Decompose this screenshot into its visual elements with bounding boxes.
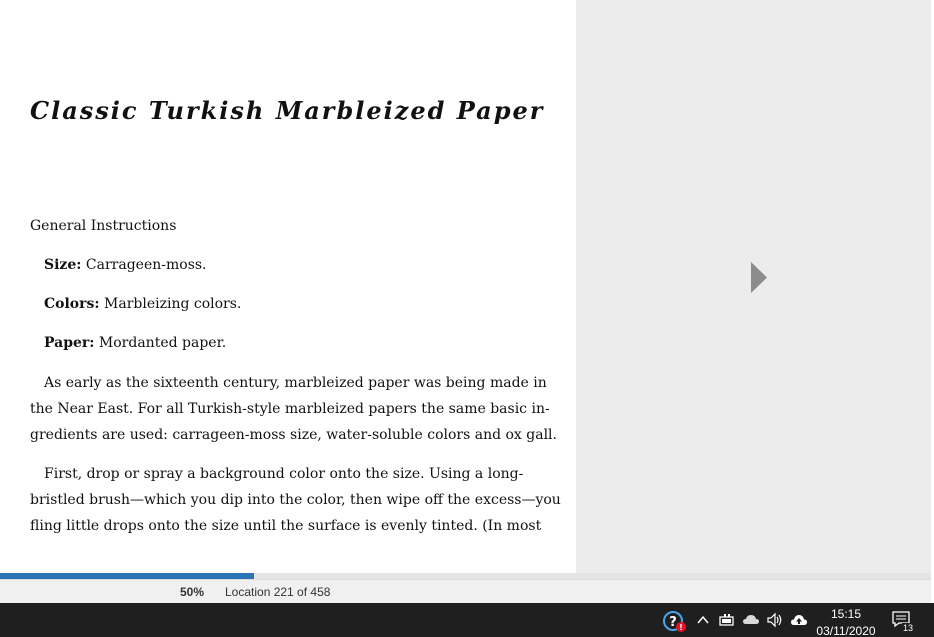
battery-icon[interactable] (719, 612, 735, 628)
system-clock[interactable]: 15:15 03/11/2020 (813, 606, 879, 637)
text-line: the Near East. For all Turkish-style mar… (30, 401, 550, 417)
next-page-button[interactable] (750, 261, 768, 294)
location-indicator[interactable]: Location 221 of 458 (225, 585, 330, 599)
onedrive-icon[interactable] (742, 612, 760, 628)
chapter-title: Classic Turkish Marbleized Paper (30, 96, 545, 125)
spec-label: Paper: (44, 335, 95, 351)
spec-value: Marbleizing colors. (99, 296, 242, 312)
help-icon[interactable]: ? ! (663, 611, 687, 632)
text-line: bristled brush—which you dip into the co… (30, 492, 561, 508)
text-line: As early as the sixteenth century, marbl… (44, 375, 547, 391)
volume-icon[interactable] (766, 612, 784, 628)
spec-size: Size: Carrageen-moss. (44, 257, 207, 273)
reader-status-bar: 50% Location 221 of 458 (0, 579, 931, 603)
spec-paper: Paper: Mordanted paper. (44, 335, 226, 351)
spec-value: Mordanted paper. (94, 335, 227, 351)
spec-label: Size: (44, 257, 82, 273)
progress-percent: 50% (180, 585, 205, 599)
triangle-right-icon (751, 262, 767, 293)
text-line: First, drop or spray a background color … (44, 466, 524, 482)
text-line: gredients are used: carrageen-moss size,… (30, 427, 557, 443)
paragraph-history: As early as the sixteenth century, marbl… (30, 370, 557, 448)
section-heading: General Instructions (30, 218, 177, 234)
windows-taskbar: ? ! 15:15 03/11/2020 13 (0, 603, 934, 637)
chevron-up-icon[interactable] (696, 612, 710, 628)
spec-label: Colors: (44, 296, 100, 312)
cloud-upload-icon[interactable] (790, 612, 808, 628)
spec-value: Carrageen-moss. (81, 257, 207, 273)
clock-time: 15:15 (830, 607, 862, 621)
spec-colors: Colors: Marbleizing colors. (44, 296, 241, 312)
svg-text:?: ? (669, 615, 677, 630)
notification-count-badge: 13 (902, 623, 915, 633)
reading-page[interactable]: Classic Turkish Marbleized Paper General… (0, 0, 576, 573)
text-line: fling little drops onto the size until t… (30, 518, 542, 534)
svg-text:!: ! (679, 623, 683, 632)
clock-date: 03/11/2020 (816, 624, 876, 637)
paragraph-method: First, drop or spray a background color … (30, 461, 561, 539)
